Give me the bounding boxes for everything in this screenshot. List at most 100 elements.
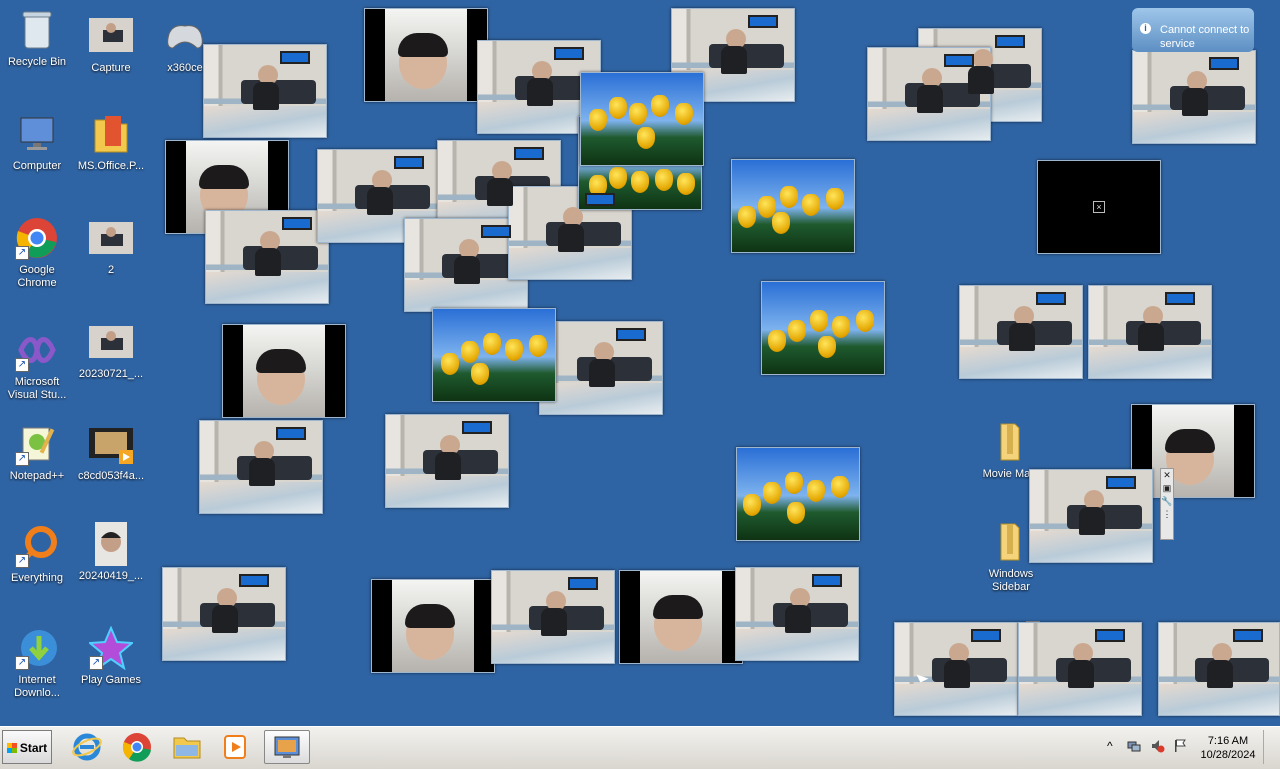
computer-label: Computer [12,160,62,172]
notepad-plus-plus-shortcut[interactable]: ↗ Notepad++ [0,422,74,483]
gadget-error[interactable]: i Cannot connect to service [1132,8,1254,52]
slideshow-gadget[interactable] [491,570,615,664]
slideshow-gadget[interactable] [432,308,556,402]
everything-search-icon: ↗ [15,524,59,568]
capture-file[interactable]: Capture [74,14,148,75]
folder-icon [989,520,1033,564]
slideshow-gadget[interactable]: × [1037,160,1161,254]
slideshow-gadget[interactable] [1158,622,1280,716]
slideshow-gadget[interactable] [203,44,327,138]
image-20230721-label: 20230721_... [78,368,144,380]
slideshow-gadget[interactable] [222,324,346,418]
internet-download-manager-icon: ↗ [15,626,59,670]
visual-studio-icon: ↗ [15,328,59,372]
clock[interactable]: 7:16 AM 10/28/2024 [1198,734,1258,762]
shortcut-arrow-icon: ↗ [15,656,29,670]
start-label: Start [19,741,48,755]
taskbar-internet-explorer[interactable] [66,730,108,764]
video-file-label: c8cd053f4a... [77,470,145,482]
slideshow-gadget[interactable] [959,285,1083,379]
visual-studio-label: Microsoft Visual Stu... [7,376,67,401]
action-center-flag-icon[interactable] [1173,739,1187,753]
slideshow-gadget[interactable] [736,447,860,541]
ms-office-folder[interactable]: MS.Office.P... [74,112,148,173]
slideshow-gadget[interactable] [539,321,663,415]
play-games-shortcut[interactable]: ↗ Play Games [74,625,148,687]
video-file[interactable]: c8cd053f4a... [74,422,148,483]
recycle-bin-label: Recycle Bin [7,56,67,68]
recycle-bin-icon [15,8,59,52]
slideshow-gadget[interactable] [894,622,1018,716]
slideshow-gadget[interactable] [508,186,632,280]
recycle-bin-shortcut[interactable]: Recycle Bin [0,8,74,69]
image-20240419-label: 20240419_... [78,570,144,582]
play-games-label: Play Games [81,674,141,686]
slideshow-gadget[interactable] [385,414,509,508]
folder-icon [89,112,133,156]
image-20240419-file[interactable]: 20240419_... [74,522,148,583]
clock-date: 10/28/2024 [1200,749,1256,761]
network-icon[interactable] [1127,739,1141,753]
gamepad-icon [163,14,207,58]
media-player-icon [224,735,246,759]
gadget-error-message: Cannot connect to service [1160,24,1250,50]
capture-label: Capture [91,62,131,74]
google-chrome-shortcut[interactable]: ↗ Google Chrome [0,216,74,290]
shortcut-arrow-icon: ↗ [15,358,29,372]
shortcut-arrow-icon: ↗ [15,554,29,568]
close-icon[interactable]: ✕ [1161,469,1173,482]
internet-download-manager-shortcut[interactable]: ↗ Internet Downlo... [0,626,74,700]
slideshow-gadget[interactable] [1088,285,1212,379]
taskbar-media-player[interactable] [214,730,256,764]
windows-sidebar-label: Windows Sidebar [988,568,1034,593]
internet-download-manager-label: Internet Downlo... [14,674,60,699]
options-icon[interactable]: 🔧 [1161,495,1173,508]
image-file-icon [89,522,133,566]
file-explorer-icon [173,737,201,759]
slideshow-gadget[interactable] [761,281,885,375]
taskbar-slideshow-gadget[interactable] [264,730,310,764]
shortcut-arrow-icon: ↗ [15,246,29,260]
slideshow-gadget[interactable] [199,420,323,514]
slideshow-gadget[interactable] [1029,469,1153,563]
notepad-plus-plus-label: Notepad++ [9,470,65,482]
image-2-file[interactable]: 2 [74,216,148,277]
taskbar-chrome[interactable] [116,730,158,764]
taskbar: Start ^ 7:16 AM 10/28/2024 [0,726,1280,769]
slideshow-gadget[interactable] [580,72,704,166]
windows-flag-icon [6,743,17,753]
chrome-icon [122,733,151,762]
desktop: Recycle Bin Computer ↗ Google Chrome ↗ M… [0,0,1280,726]
slideshow-gadget[interactable] [735,567,859,661]
image-20230721-file[interactable]: 20230721_... [74,320,148,381]
show-desktop-button[interactable] [1263,730,1280,764]
computer-shortcut[interactable]: Computer [0,112,74,173]
show-hidden-icons-chevron-icon[interactable]: ^ [1107,739,1121,753]
slideshow-gadget[interactable] [364,8,488,102]
broken-image-icon: × [1093,201,1105,213]
slideshow-gadget[interactable] [867,47,991,141]
slideshow-gadget[interactable] [731,159,855,253]
taskbar-file-explorer[interactable] [166,730,208,764]
ms-office-label: MS.Office.P... [77,160,145,172]
image-file-icon [89,14,133,58]
volume-muted-icon[interactable] [1151,739,1165,753]
visual-studio-shortcut[interactable]: ↗ Microsoft Visual Stu... [0,328,74,402]
larger-size-icon[interactable]: ▣ [1161,482,1173,495]
slideshow-gadget[interactable] [162,567,286,661]
image-file-icon [89,320,133,364]
drag-handle[interactable]: ⋮ [1161,508,1173,521]
slideshow-gadget[interactable] [371,579,495,673]
start-button[interactable]: Start [2,730,52,764]
everything-shortcut[interactable]: ↗ Everything [0,524,74,585]
slideshow-gadget[interactable] [1132,50,1256,144]
gadget-controls: ✕ ▣ 🔧 ⋮ [1160,468,1174,540]
system-tray: ^ 7:16 AM 10/28/2024 [1105,730,1280,764]
computer-icon [15,112,59,156]
slideshow-gadget[interactable] [619,570,743,664]
slideshow-gadget[interactable] [1018,622,1142,716]
notepad-plus-plus-icon: ↗ [15,422,59,466]
shortcut-arrow-icon: ↗ [89,656,103,670]
shortcut-arrow-icon: ↗ [15,452,29,466]
slideshow-gadget[interactable] [205,210,329,304]
